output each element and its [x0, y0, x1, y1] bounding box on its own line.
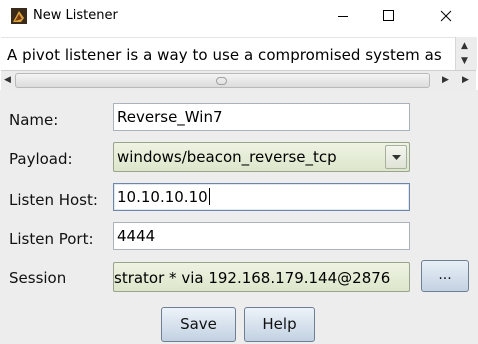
text-caret [208, 188, 210, 205]
app-icon [11, 8, 27, 24]
payload-label: Payload: [9, 150, 73, 168]
name-field[interactable]: Reverse_Win7 [113, 103, 410, 131]
session-value: strator * via 192.168.179.144@2876 [114, 269, 391, 287]
close-icon [440, 10, 452, 22]
name-value: Reverse_Win7 [117, 108, 223, 126]
save-button[interactable]: Save [161, 307, 236, 342]
close-button[interactable] [422, 0, 468, 32]
listen-host-field[interactable]: 10.10.10.10 [113, 183, 410, 211]
chevron-down-icon [392, 155, 401, 160]
title-bar: New Listener [0, 0, 478, 32]
dropdown-button[interactable] [385, 145, 407, 169]
payload-dropdown[interactable]: windows/beacon_reverse_tcp [113, 142, 410, 172]
scroll-down-icon[interactable]: ▼ [461, 56, 468, 66]
browse-session-button[interactable]: ... [421, 260, 469, 292]
description-text: A pivot listener is a way to use a compr… [7, 46, 442, 64]
grip-icon [216, 77, 227, 85]
scroll-right-icon[interactable]: ▶ [462, 75, 469, 85]
scroll-left-icon[interactable]: ◀ [4, 75, 11, 85]
session-label: Session [9, 269, 67, 287]
help-button[interactable]: Help [244, 307, 315, 342]
listen-port-value: 4444 [117, 227, 156, 245]
horizontal-scrollbar[interactable]: ◀ ▶ [1, 70, 456, 90]
session-field[interactable]: strator * via 192.168.179.144@2876 [113, 262, 410, 292]
vertical-scrollbar[interactable]: ▲ ▼ [455, 37, 477, 70]
scroll-up-icon[interactable]: ▲ [461, 41, 468, 51]
listen-host-value: 10.10.10.10 [117, 188, 208, 206]
name-label: Name: [9, 111, 59, 129]
payload-value: windows/beacon_reverse_tcp [117, 148, 337, 166]
maximize-button[interactable] [366, 0, 412, 32]
scroll-right-icon[interactable]: ▶ [442, 75, 449, 85]
scrollbar-thumb[interactable] [15, 73, 430, 88]
listen-port-label: Listen Port: [9, 230, 94, 248]
listen-port-field[interactable]: 4444 [113, 222, 410, 250]
scroll-corner: ▶ [456, 70, 476, 90]
minimize-icon [338, 16, 348, 17]
listen-host-label: Listen Host: [9, 191, 98, 209]
window-title: New Listener [33, 8, 118, 23]
minimize-button[interactable] [320, 0, 366, 32]
maximize-icon [383, 10, 394, 21]
